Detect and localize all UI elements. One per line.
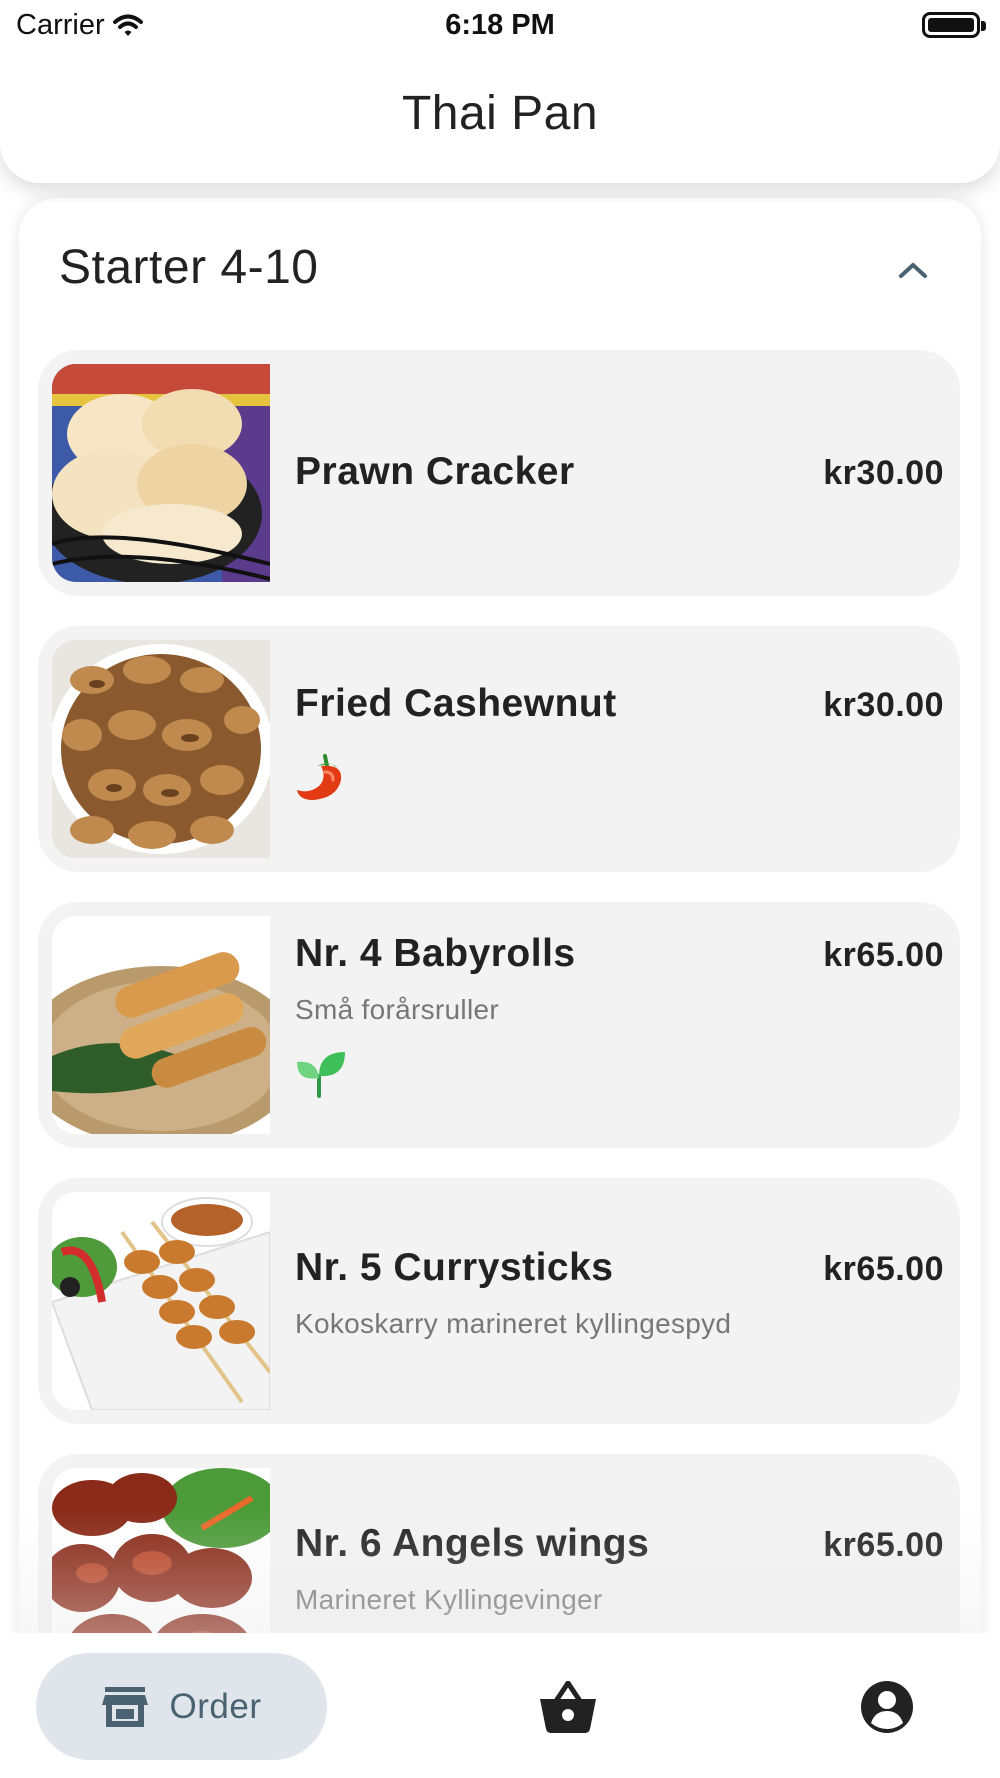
battery-fill <box>928 18 974 32</box>
item-price: kr65.00 <box>823 1526 944 1564</box>
status-bar: Carrier 6:18 PM <box>0 0 1000 52</box>
item-description: Kokoskarry marineret kyllingespyd <box>295 1308 732 1339</box>
item-name: Nr. 4 Babyrolls <box>295 932 576 975</box>
item-price: kr65.00 <box>823 1250 944 1288</box>
bottom-navigation: Order <box>0 1633 1000 1778</box>
section-title[interactable]: Starter 4-10 <box>59 240 318 295</box>
battery-icon <box>922 12 986 38</box>
nav-order-label: Order <box>169 1686 262 1726</box>
chili-pepper-icon <box>295 750 347 802</box>
item-name: Nr. 5 Currysticks <box>295 1246 614 1289</box>
store-icon <box>101 1686 148 1727</box>
item-price: kr30.00 <box>823 686 944 724</box>
basket-icon[interactable] <box>540 1680 596 1733</box>
nav-tab-order[interactable]: Order <box>36 1653 327 1760</box>
prawn-cracker-photo <box>52 364 270 582</box>
menu-item-currysticks[interactable]: Nr. 5 Currysticks kr65.00 Kokoskarry mar… <box>38 1178 960 1424</box>
item-description: Små forårsruller <box>295 994 499 1025</box>
item-name: Fried Cashewnut <box>295 682 617 725</box>
item-name: Prawn Cracker <box>295 450 575 493</box>
item-price: kr30.00 <box>823 454 944 492</box>
status-time: 6:18 PM <box>445 9 555 41</box>
item-price: kr65.00 <box>823 936 944 974</box>
item-description: Marineret Kyllingevinger <box>295 1584 603 1615</box>
chevron-up-icon[interactable] <box>893 250 933 290</box>
menu-item-babyrolls[interactable]: Nr. 4 Babyrolls kr65.00 Små forårsruller <box>38 902 960 1148</box>
leaf-icon <box>295 1048 347 1100</box>
currysticks-photo <box>52 1192 270 1410</box>
page-title: Thai Pan <box>401 87 599 140</box>
item-name: Nr. 6 Angels wings <box>295 1522 650 1565</box>
babyrolls-photo <box>52 916 270 1134</box>
menu-item-prawn-cracker[interactable]: Prawn Cracker kr30.00 <box>38 350 960 596</box>
fried-cashewnut-photo <box>52 640 270 858</box>
menu-item-list: Prawn Cracker kr30.00 Fried Cashewnut kr… <box>38 350 960 1678</box>
account-circle-icon[interactable] <box>861 1681 913 1733</box>
menu-item-fried-cashewnut[interactable]: Fried Cashewnut kr30.00 <box>38 626 960 872</box>
menu-section-starters: Starter 4-10 Prawn Cracker kr30.00 Fried… <box>19 198 981 1678</box>
